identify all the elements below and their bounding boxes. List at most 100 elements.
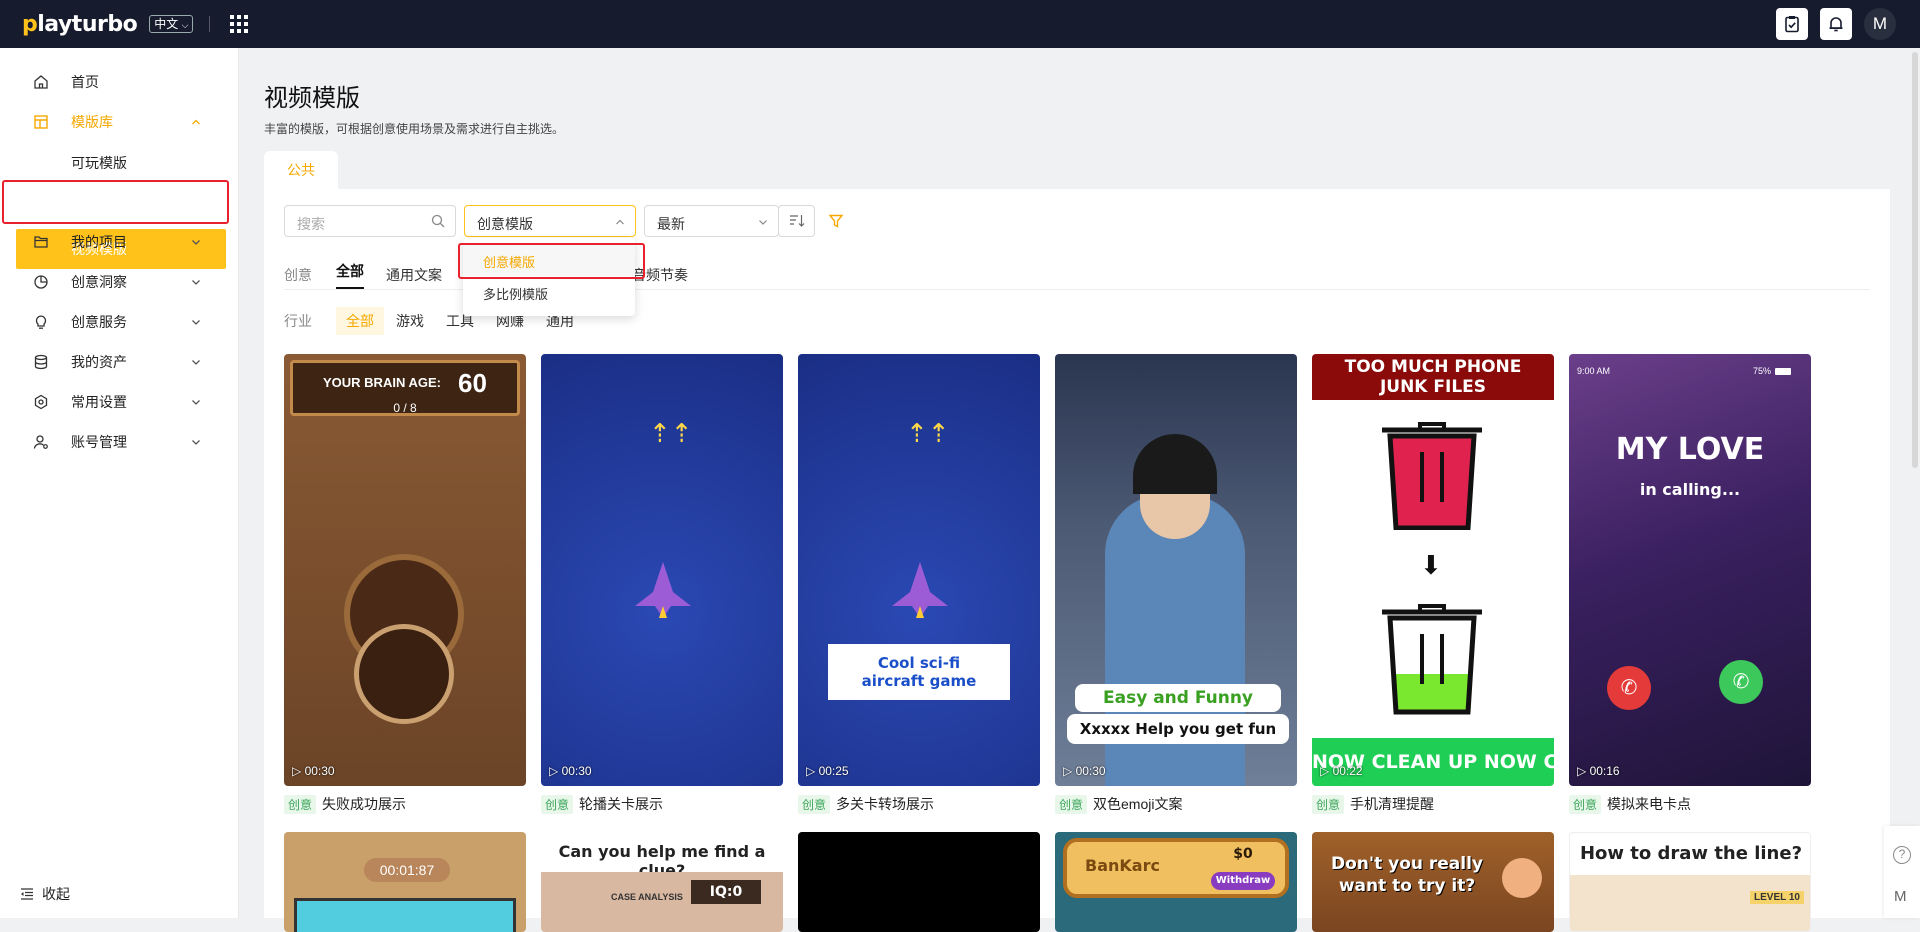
template-card[interactable]: 9:00 AM 75% MY LOVE in calling... ✆ ✆ ▷ … xyxy=(1569,354,1811,786)
card-overlay-text: want to try it? xyxy=(1338,876,1476,896)
template-card[interactable]: How to draw the line? LEVEL 10 xyxy=(1569,832,1811,932)
card-overlay-text: Easy and Funny xyxy=(1075,684,1281,712)
template-type-select[interactable]: 创意模版 xyxy=(464,205,636,237)
page-description: 丰富的模版，可根据创意使用场景及需求进行自主挑选。 xyxy=(264,122,565,136)
apps-grid-icon[interactable] xyxy=(230,15,249,33)
sidebar-item-account[interactable]: 账号管理 xyxy=(0,422,239,462)
sidebar-item-creative-insights[interactable]: 创意洞察 xyxy=(0,262,239,302)
app-logo[interactable]: playturbo xyxy=(22,12,138,37)
chevron-down-icon xyxy=(192,240,200,245)
card-caption[interactable]: 创意 双色emoji文案 xyxy=(1055,794,1182,814)
card-overlay-box: Cool sci-fi aircraft game xyxy=(828,644,1010,700)
highlight-box xyxy=(458,243,645,279)
sort-select[interactable]: 最新 xyxy=(644,205,779,237)
template-card[interactable]: Can you help me find a clue? CASE ANALYS… xyxy=(541,832,783,932)
user-settings-icon xyxy=(33,435,48,449)
template-card[interactable]: BanKarc $0 Withdraw xyxy=(1055,832,1297,932)
card-title: 模拟来电卡点 xyxy=(1607,796,1692,812)
tab-public[interactable]: 公共 xyxy=(264,151,338,189)
video-duration: ▷ 00:16 xyxy=(1577,764,1620,778)
bell-icon xyxy=(1829,17,1843,32)
sidebar-item-template-library[interactable]: 模版库 xyxy=(0,102,239,142)
sidebar-item-label: 我的项目 xyxy=(71,234,127,250)
template-card[interactable]: YOUR BRAIN AGE: 60 0 / 8 ▷ 00:30 xyxy=(284,354,526,786)
card-caption[interactable]: 创意 轮播关卡展示 xyxy=(541,794,663,814)
card-caption[interactable]: 创意 手机清理提醒 xyxy=(1312,794,1434,814)
card-overlay-text: TOO MUCH PHONE xyxy=(1344,357,1522,377)
user-avatar[interactable]: M xyxy=(1864,8,1896,40)
template-card[interactable]: ⇡⇡ ▷ 00:30 xyxy=(541,354,783,786)
language-select[interactable]: 中文 ⌵ xyxy=(149,15,194,33)
sort-value: 最新 xyxy=(657,216,685,232)
spaceship-icon: ⇡⇡ xyxy=(649,418,693,448)
card-tag: 创意 xyxy=(284,794,317,814)
spaceship-icon: ⇡⇡ xyxy=(906,418,950,448)
bulb-icon xyxy=(35,315,47,329)
chevron-up-icon xyxy=(192,119,200,125)
sidebar-item-creative-services[interactable]: 创意服务 xyxy=(0,302,239,342)
sidebar-item-my-assets[interactable]: 我的资产 xyxy=(0,342,239,382)
help-side-panel: ? M xyxy=(1884,826,1920,918)
card-overlay-text: 00:01:87 xyxy=(364,858,450,882)
video-duration: ▷ 00:25 xyxy=(806,764,849,778)
dropdown-option-multi-ratio[interactable]: 多比例模版 xyxy=(463,276,635,308)
card-overlay-text: aircraft game xyxy=(861,672,977,690)
card-caption[interactable]: 创意 失败成功展示 xyxy=(284,794,406,814)
card-title: 失败成功展示 xyxy=(322,796,407,812)
help-icon[interactable]: ? xyxy=(1893,846,1911,864)
page-scrollbar[interactable] xyxy=(1912,52,1918,468)
card-overlay-text: How to draw the line? xyxy=(1579,843,1803,864)
card-title: 双色emoji文案 xyxy=(1093,796,1183,812)
template-card[interactable]: ⇡⇡ Cool sci-fi aircraft game ▷ 00:25 xyxy=(798,354,1040,786)
feedback-icon[interactable]: M xyxy=(1894,888,1907,905)
card-overlay-text: BanKarc xyxy=(1085,856,1160,875)
sort-order-button[interactable] xyxy=(778,205,815,237)
card-overlay-text: LEVEL 10 xyxy=(1750,891,1804,904)
video-duration: ▷ 00:22 xyxy=(1320,764,1363,778)
notification-button[interactable] xyxy=(1820,8,1852,40)
creative-chip-all[interactable]: 全部 xyxy=(336,261,364,289)
card-banner: YOUR BRAIN AGE: 60 0 / 8 xyxy=(290,360,520,416)
sidebar-item-label: 我的资产 xyxy=(71,354,127,370)
sidebar-item-my-projects[interactable]: 我的项目 xyxy=(0,222,239,262)
chevron-down-icon xyxy=(192,360,200,365)
sidebar-item-home[interactable]: 首页 xyxy=(0,62,239,102)
pie-chart-icon xyxy=(34,275,48,289)
template-card[interactable] xyxy=(798,832,1040,932)
filter-icon[interactable] xyxy=(829,214,843,228)
industry-filter-label: 行业 xyxy=(284,313,312,329)
chevron-down-icon xyxy=(192,280,200,285)
chevron-down-icon xyxy=(192,440,200,445)
sidebar-item-label: 模版库 xyxy=(71,114,113,130)
video-duration: ▷ 00:30 xyxy=(549,764,592,778)
search-input[interactable]: 搜索 xyxy=(284,205,456,237)
card-caption[interactable]: 创意 多关卡转场展示 xyxy=(798,794,934,814)
industry-chip-all[interactable]: 全部 xyxy=(336,307,384,335)
template-card[interactable]: 00:01:87 xyxy=(284,832,526,932)
card-title: 轮播关卡展示 xyxy=(579,796,664,812)
card-banner: TOO MUCH PHONE JUNK FILES xyxy=(1312,354,1554,400)
chevron-down-icon xyxy=(759,220,767,225)
template-card[interactable]: Easy and Funny Xxxxx Help you get fun ▷ … xyxy=(1055,354,1297,786)
sidebar-item-settings[interactable]: 常用设置 xyxy=(0,382,239,422)
status-time: 9:00 AM xyxy=(1577,366,1611,376)
top-bar: playturbo 中文 ⌵ M xyxy=(0,0,1920,48)
avatar-illustration xyxy=(1502,858,1542,898)
sidebar: 首页 模版库 可玩模版 视频模版 我的项目 创意洞察 创意服务 我的资产 常用设… xyxy=(0,48,239,918)
template-card[interactable]: Don't you really want to try it? xyxy=(1312,832,1554,932)
template-card[interactable]: TOO MUCH PHONE JUNK FILES ⬇ NOW CLEAN UP… xyxy=(1312,354,1554,786)
card-overlay-text: JUNK FILES xyxy=(1379,377,1487,397)
card-tag: 创意 xyxy=(798,794,831,814)
withdraw-button: Withdraw xyxy=(1211,872,1275,890)
industry-chip-games[interactable]: 游戏 xyxy=(396,311,424,331)
highlight-box xyxy=(2,180,229,224)
sidebar-subitem-playable-templates[interactable]: 可玩模版 xyxy=(71,153,127,173)
sidebar-item-label: 常用设置 xyxy=(71,394,127,410)
card-caption[interactable]: 创意 模拟来电卡点 xyxy=(1569,794,1691,814)
task-button[interactable] xyxy=(1776,8,1808,40)
creative-chip-general-copy[interactable]: 通用文案 xyxy=(386,265,442,285)
collapse-sidebar-button[interactable]: 收起 xyxy=(20,884,70,904)
accept-call-icon: ✆ xyxy=(1719,660,1763,704)
card-tag: 创意 xyxy=(1569,794,1602,814)
card-overlay-text: Cool sci-fi xyxy=(877,654,961,672)
